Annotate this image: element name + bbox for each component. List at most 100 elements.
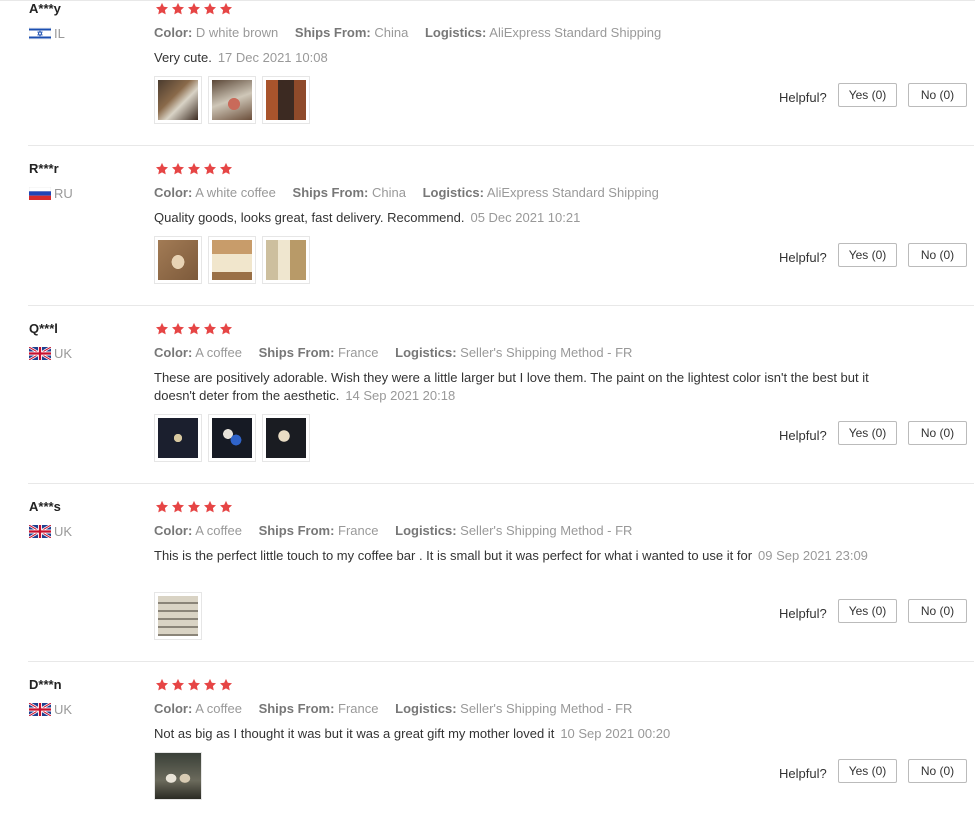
review-divider	[28, 305, 974, 306]
review-photo[interactable]	[262, 414, 310, 462]
helpful-no-button[interactable]: No (0)	[908, 421, 967, 445]
helpful-yes-button[interactable]: Yes (0)	[838, 83, 897, 107]
helpful-no-button[interactable]: No (0)	[908, 759, 967, 783]
star-icon	[203, 678, 217, 691]
logistics-label: Logistics:	[395, 523, 457, 538]
star-icon	[203, 500, 217, 513]
logistics-label: Logistics:	[422, 185, 484, 200]
review-photo[interactable]	[154, 76, 202, 124]
star-icon	[171, 162, 185, 175]
order-info: Color: D white brown Ships From: China L…	[154, 25, 674, 40]
review-photo[interactable]	[208, 236, 256, 284]
review-photo[interactable]	[262, 76, 310, 124]
star-icon	[187, 162, 201, 175]
country-code: IL	[54, 26, 65, 41]
star-icon	[187, 2, 201, 15]
star-icon	[155, 322, 169, 335]
helpful-no-button[interactable]: No (0)	[908, 599, 967, 623]
star-icon	[219, 322, 233, 335]
star-rating	[155, 500, 233, 514]
star-rating	[155, 678, 233, 692]
review-photo[interactable]	[154, 414, 202, 462]
reviewer-name: Q***l	[29, 321, 58, 336]
country-code: UK	[54, 702, 73, 717]
helpful-label: Helpful?	[779, 250, 827, 265]
review-date: 14 Sep 2021 20:18	[345, 388, 456, 403]
review-body: Very cute.	[154, 50, 212, 65]
star-icon	[171, 678, 185, 691]
order-info: Color: A coffee Ships From: France Logis…	[154, 701, 645, 716]
reviewer-name: R***r	[29, 161, 59, 176]
star-icon	[187, 678, 201, 691]
review-text: This is the perfect little touch to my c…	[154, 547, 879, 565]
helpful-no-button[interactable]: No (0)	[908, 243, 967, 267]
color-label: Color:	[154, 701, 193, 716]
ships-from-value: France	[338, 701, 379, 716]
helpful-yes-button[interactable]: Yes (0)	[838, 599, 897, 623]
order-info: Color: A coffee Ships From: France Logis…	[154, 345, 645, 360]
star-icon	[155, 500, 169, 513]
ships-from-value: France	[338, 523, 379, 538]
review-photo[interactable]	[262, 236, 310, 284]
reviewer-country: IL	[29, 26, 65, 41]
ships-from-value: China	[374, 25, 409, 40]
star-rating	[155, 2, 233, 16]
star-icon	[155, 162, 169, 175]
review-date: 10 Sep 2021 00:20	[560, 726, 671, 741]
color-value: A white coffee	[195, 185, 276, 200]
review-text: Quality goods, looks great, fast deliver…	[154, 209, 879, 227]
helpful-yes-button[interactable]: Yes (0)	[838, 243, 897, 267]
review-photo[interactable]	[208, 414, 256, 462]
order-info: Color: A coffee Ships From: France Logis…	[154, 523, 645, 538]
helpful-label: Helpful?	[779, 606, 827, 621]
color-label: Color:	[154, 185, 193, 200]
review-photo[interactable]	[208, 76, 256, 124]
star-icon	[203, 162, 217, 175]
star-icon	[171, 500, 185, 513]
ships-from-label: Ships From:	[292, 185, 369, 200]
review-divider	[28, 661, 974, 662]
review-date: 05 Dec 2021 10:21	[470, 210, 581, 225]
color-label: Color:	[154, 523, 193, 538]
reviewer-name: A***y	[29, 1, 61, 16]
review-text: Not as big as I thought it was but it wa…	[154, 725, 879, 743]
review-photo[interactable]	[154, 752, 202, 800]
helpful-no-button[interactable]: No (0)	[908, 83, 967, 107]
review-photos	[154, 76, 310, 124]
star-icon	[219, 162, 233, 175]
star-icon	[219, 678, 233, 691]
review-text: These are positively adorable. Wish they…	[154, 369, 879, 405]
color-value: A coffee	[195, 523, 242, 538]
logistics-label: Logistics:	[395, 345, 457, 360]
star-icon	[155, 678, 169, 691]
country-code: UK	[54, 524, 73, 539]
reviewer-name: D***n	[29, 677, 62, 692]
ships-from-label: Ships From:	[258, 523, 335, 538]
review-date: 17 Dec 2021 10:08	[217, 50, 328, 65]
star-rating	[155, 162, 233, 176]
flag-russia-icon	[29, 187, 51, 200]
helpful-yes-button[interactable]: Yes (0)	[838, 759, 897, 783]
star-icon	[219, 2, 233, 15]
reviewer-country: UK	[29, 524, 72, 539]
review-body: Quality goods, looks great, fast deliver…	[154, 210, 465, 225]
ships-from-label: Ships From:	[258, 345, 335, 360]
review-body: Not as big as I thought it was but it wa…	[154, 726, 555, 741]
flag-uk-icon	[29, 703, 51, 716]
star-icon	[171, 2, 185, 15]
review-photo[interactable]	[154, 592, 202, 640]
review-photos	[154, 592, 202, 640]
reviewer-country: RU	[29, 186, 73, 201]
helpful-label: Helpful?	[779, 90, 827, 105]
review-photo[interactable]	[154, 236, 202, 284]
ships-from-value: France	[338, 345, 379, 360]
color-value: A coffee	[195, 345, 242, 360]
logistics-value: Seller's Shipping Method - FR	[460, 523, 633, 538]
ships-from-value: China	[372, 185, 406, 200]
helpful-yes-button[interactable]: Yes (0)	[838, 421, 897, 445]
flag-israel-icon	[29, 27, 51, 40]
review-photos	[154, 752, 202, 800]
star-icon	[187, 322, 201, 335]
review-divider	[28, 145, 974, 146]
color-value: A coffee	[195, 701, 242, 716]
